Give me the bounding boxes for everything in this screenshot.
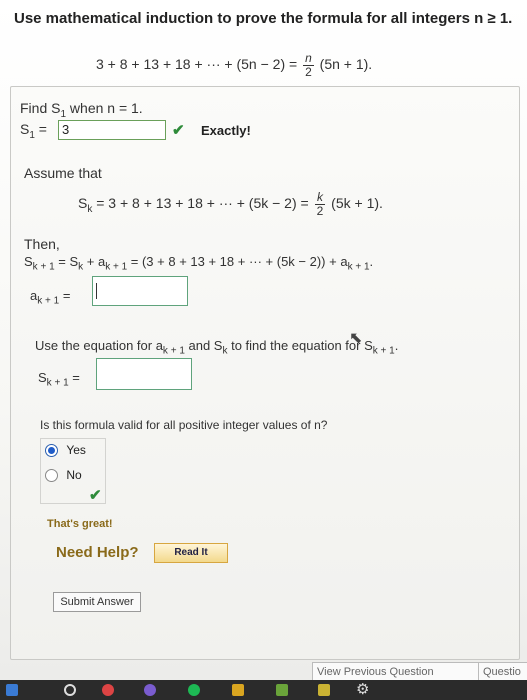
sk1-label: Sk + 1 =	[38, 370, 80, 389]
find-s1-text: Find S1 when n = 1.	[20, 100, 143, 120]
files-icon[interactable]	[232, 684, 244, 696]
start-icon[interactable]	[6, 684, 18, 696]
minecraft-icon[interactable]	[276, 684, 288, 696]
notes-icon[interactable]	[318, 684, 330, 696]
question-prompt: Use mathematical induction to prove the …	[14, 10, 513, 27]
assume-label: Assume that	[24, 165, 102, 181]
page: Use mathematical induction to prove the …	[0, 0, 527, 681]
s1-label: S1 =	[20, 121, 47, 141]
ak1-input[interactable]	[92, 276, 188, 306]
taskbar: ⚙	[0, 680, 527, 700]
then-label: Then,	[24, 236, 60, 252]
formula-frac-den: 2	[305, 65, 312, 79]
text-cursor	[96, 283, 97, 299]
assume-formula: Sk = 3 + 8 + 13 + 18 + ··· + (5k − 2) = …	[78, 190, 383, 218]
spotify-icon[interactable]	[188, 684, 200, 696]
s1-input[interactable]: 3	[58, 120, 166, 140]
search-icon[interactable]	[64, 684, 76, 696]
use-equation-text: Use the equation for ak + 1 and Sk to fi…	[35, 338, 399, 357]
submit-answer-button[interactable]: Submit Answer	[53, 592, 141, 612]
mouse-pointer-icon: ⬉	[349, 330, 363, 347]
assume-fraction: k 2	[314, 190, 326, 218]
validity-question: Is this formula valid for all positive i…	[40, 418, 328, 432]
read-it-button[interactable]: Read It	[154, 543, 228, 563]
gear-icon[interactable]: ⚙	[356, 680, 369, 698]
formula-left: 3 + 8 + 13 + 18 + ··· + (5n − 2) =	[96, 56, 298, 73]
question-link[interactable]: Questio	[478, 662, 527, 681]
validity-feedback: That's great!	[47, 518, 113, 530]
then-formula: Sk + 1 = Sk + ak + 1 = (3 + 8 + 13 + 18 …	[24, 254, 374, 273]
formula-fraction: n 2	[303, 52, 314, 79]
app-icon[interactable]	[144, 684, 156, 696]
s1-check-icon: ✔	[172, 122, 185, 139]
s1-feedback: Exactly!	[201, 123, 251, 138]
chrome-icon[interactable]	[102, 684, 114, 696]
view-previous-question-link[interactable]: View Previous Question	[312, 662, 480, 681]
need-help-label: Need Help?	[56, 544, 139, 561]
main-formula: 3 + 8 + 13 + 18 + ··· + (5n − 2) = n 2 (…	[96, 52, 372, 79]
ak1-label: ak + 1 =	[30, 288, 71, 307]
sk1-input[interactable]	[96, 358, 192, 390]
formula-frac-num: n	[303, 51, 314, 66]
formula-right: (5n + 1).	[319, 56, 373, 73]
validity-check-icon: ✔	[89, 487, 102, 504]
